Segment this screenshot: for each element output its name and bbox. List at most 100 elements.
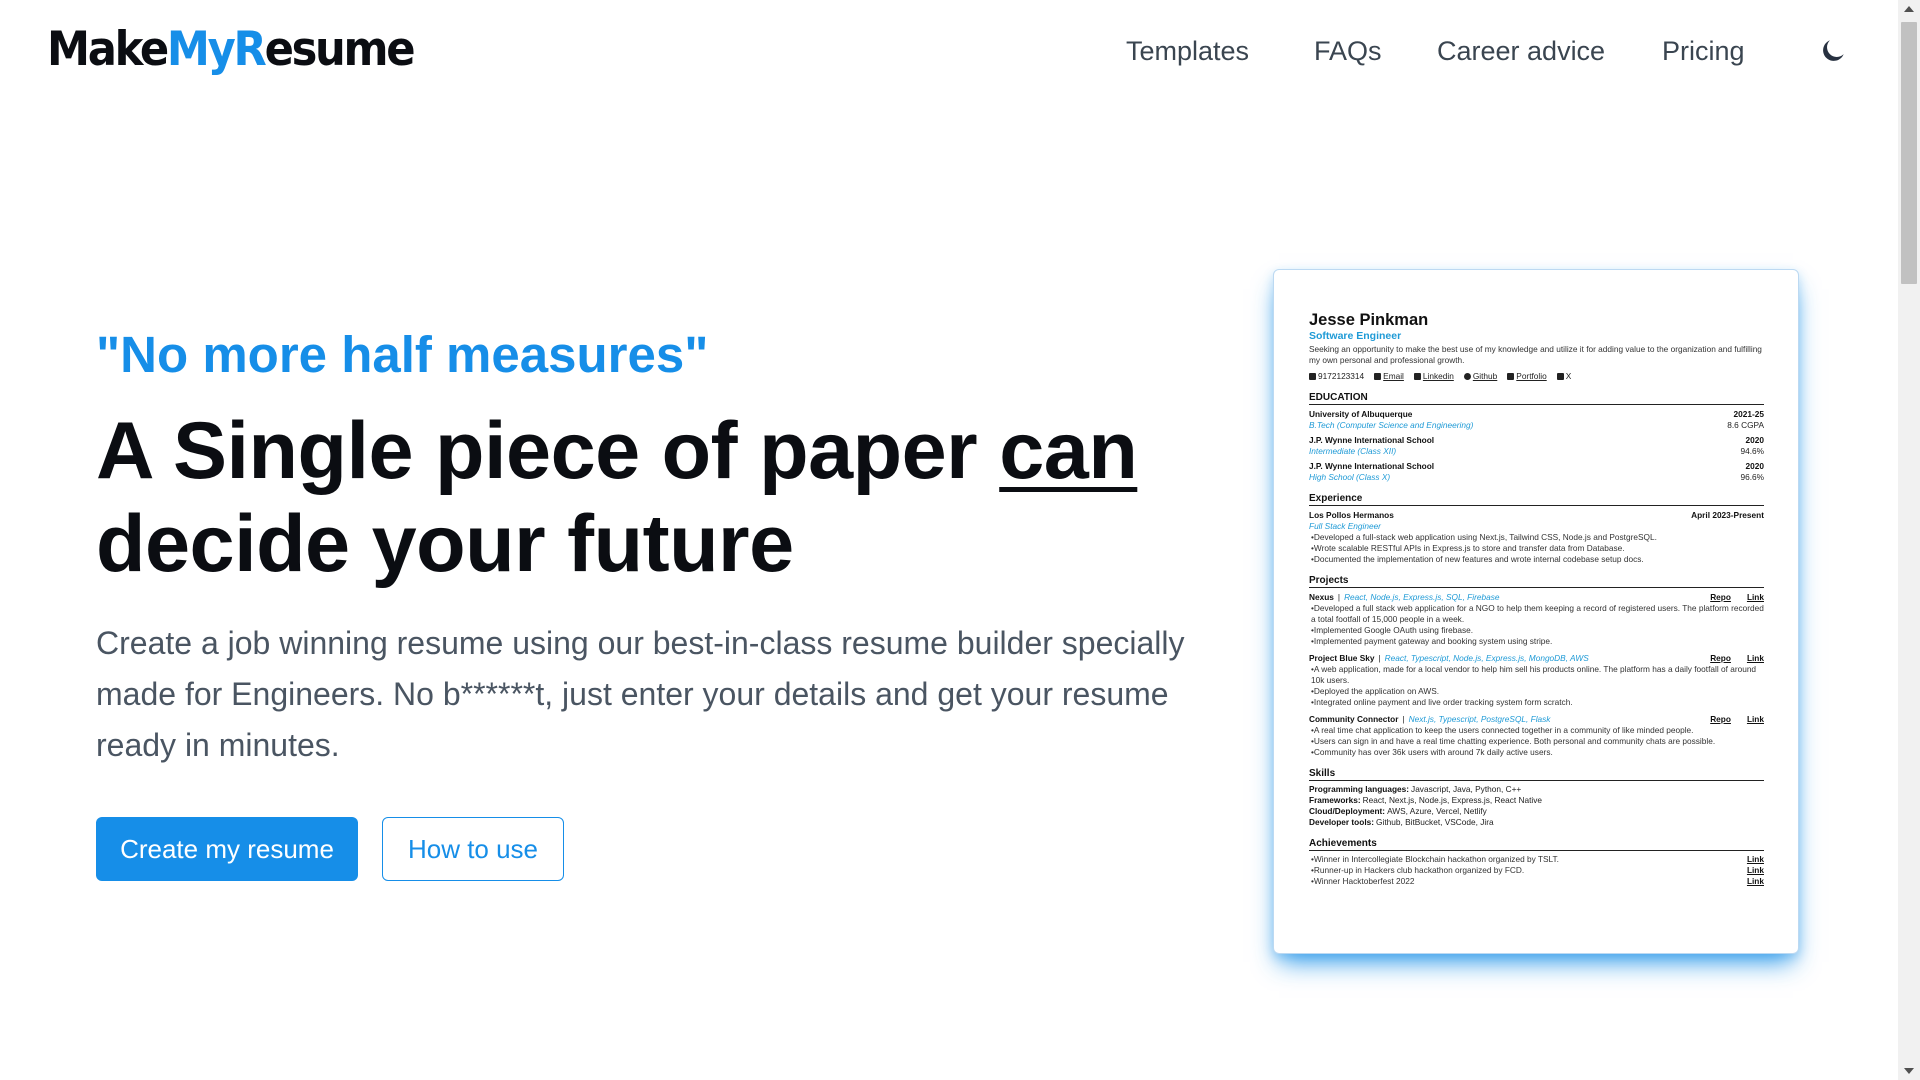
project-bullet: •Community has over 36k users with aroun… xyxy=(1311,747,1553,757)
experience-title: Full Stack Engineer xyxy=(1309,521,1381,531)
contact-email: Email xyxy=(1374,371,1404,382)
education-row: J.P. Wynne International School 2020 xyxy=(1309,435,1764,446)
education-score: 96.6% xyxy=(1740,472,1764,482)
project-header: Project Blue Sky | React, Typescript, Node… xyxy=(1309,653,1764,664)
create-resume-button[interactable]: Create my resume xyxy=(96,817,358,881)
achievement-link[interactable]: Link xyxy=(1747,876,1764,887)
project-links: Repo Link xyxy=(1710,714,1764,725)
nav-pricing[interactable]: Pricing xyxy=(1662,36,1745,67)
resume-preview-card[interactable]: Jesse Pinkman Software Engineer Seeking … xyxy=(1273,269,1799,954)
project-name: Community Connector xyxy=(1309,714,1399,724)
project-live-link[interactable]: Link xyxy=(1747,653,1764,664)
logo-esume: esume xyxy=(264,22,416,77)
headline-text-2: decide your future xyxy=(96,499,794,589)
skill-row: Developer tools: Github, BitBucket, VSCod… xyxy=(1309,817,1764,828)
project-live-link[interactable]: Link xyxy=(1747,592,1764,603)
resume-contacts: 9172123314 Email Linkedin Github Portfol… xyxy=(1309,371,1764,382)
project-title-line: Nexus | React, Node.js, Express.js, SQL, F… xyxy=(1309,592,1499,603)
contact-x-text: X xyxy=(1565,371,1572,381)
contact-github-text: Github xyxy=(1472,371,1498,381)
skill-label: Developer tools: xyxy=(1309,817,1375,827)
project-repo-link[interactable]: Repo xyxy=(1710,653,1731,664)
education-school: J.P. Wynne International School xyxy=(1309,435,1435,445)
resume-role: Software Engineer xyxy=(1309,330,1402,342)
project-stack: React, Typescript, Node.js, Express.js, … xyxy=(1384,653,1589,663)
skill-row: Frameworks: React, Next.js, Node.js, Expr… xyxy=(1309,795,1764,806)
theme-toggle-button[interactable] xyxy=(1818,36,1852,70)
project-links: Repo Link xyxy=(1710,592,1764,603)
achievements-list: •Winner in Intercollegiate Blockchain ha… xyxy=(1309,854,1764,887)
project-bullet: •A web application, made for a local ven… xyxy=(1311,664,1757,685)
education-score: 94.6% xyxy=(1740,446,1764,456)
experience-date: April 2023-Present xyxy=(1691,510,1764,520)
site-logo[interactable]: MakeMyResume xyxy=(47,22,416,77)
logo-r: R xyxy=(233,22,267,77)
education-degree: High School (Class X) xyxy=(1309,472,1391,482)
site-header: MakeMyResume Templates FAQs Career advic… xyxy=(0,0,1898,110)
resume-summary: Seeking an opportunity to make the best … xyxy=(1309,344,1762,365)
project-bullet: •Deployed the application on AWS. xyxy=(1311,686,1440,696)
logo-make: Make xyxy=(47,22,169,77)
contact-phone: 9172123314 xyxy=(1309,371,1364,382)
achievement-row: •Runner-up in Hackers club hackathon org… xyxy=(1309,865,1764,876)
section-education: EDUCATION xyxy=(1309,392,1764,405)
project-separator: | xyxy=(1337,592,1341,602)
skill-row: Programming languages: Javascript, Java, … xyxy=(1309,784,1764,795)
resume-name: Jesse Pinkman xyxy=(1309,311,1429,329)
achievement-link[interactable]: Link xyxy=(1747,865,1764,876)
section-projects: Projects xyxy=(1309,575,1764,588)
achievement-text: •Winner in Intercollegiate Blockchain ha… xyxy=(1311,854,1559,864)
project-bullet: •Implemented Google OAuth using firebase… xyxy=(1311,625,1474,635)
achievement-link[interactable]: Link xyxy=(1747,854,1764,865)
education-entry: University of Albuquerque 2021-25 B.Tech (… xyxy=(1309,409,1764,431)
project-title-line: Project Blue Sky | React, Typescript, Node… xyxy=(1309,653,1589,664)
nav-faqs[interactable]: FAQs xyxy=(1314,36,1382,67)
education-score: 8.6 CGPA xyxy=(1727,420,1764,430)
education-year: 2020 xyxy=(1745,461,1764,471)
hero-subtext: Create a job winning resume using our be… xyxy=(96,625,1185,763)
education-year: 2020 xyxy=(1745,435,1764,445)
education-school: University of Albuquerque xyxy=(1309,409,1413,419)
project-repo-link[interactable]: Repo xyxy=(1710,714,1731,725)
contact-portfolio-text: Portfolio xyxy=(1516,371,1547,381)
project-repo-link[interactable]: Repo xyxy=(1710,592,1731,603)
contact-phone-text: 9172123314 xyxy=(1318,371,1365,381)
project-stack: React, Node.js, Express.js, SQL, Firebas… xyxy=(1344,592,1500,602)
linkedin-icon xyxy=(1413,373,1421,380)
project-stack: Next.js, Typescript, PostgreSQL, Flask xyxy=(1408,714,1551,724)
project-header: Nexus | React, Node.js, Express.js, SQL, F… xyxy=(1309,592,1764,603)
projects-list: Nexus | React, Node.js, Express.js, SQL, F… xyxy=(1309,592,1764,758)
project-header: Community Connector | Next.js, Typescript,… xyxy=(1309,714,1764,725)
project-bullet: •A real time chat application to keep th… xyxy=(1311,725,1694,735)
scroll-up-arrow-icon[interactable] xyxy=(1898,0,1920,18)
section-achievements: Achievements xyxy=(1309,838,1764,851)
project-bullet: •Developed a full stack web application … xyxy=(1311,603,1764,624)
contact-x: X xyxy=(1556,371,1572,382)
contact-email-text: Email xyxy=(1383,371,1404,381)
project-title-line: Community Connector | Next.js, Typescript,… xyxy=(1309,714,1550,725)
project-separator: | xyxy=(1378,653,1381,663)
education-entry: J.P. Wynne International School 2020 Inter… xyxy=(1309,435,1764,457)
phone-icon xyxy=(1309,373,1316,380)
education-row: J.P. Wynne International School 2020 xyxy=(1309,461,1764,472)
moon-icon xyxy=(1823,40,1844,61)
contact-linkedin: Linkedin xyxy=(1413,371,1454,382)
achievement-text: •Runner-up in Hackers club hackathon org… xyxy=(1311,865,1525,875)
skill-label: Cloud/Deployment: xyxy=(1309,806,1386,816)
nav-career-advice[interactable]: Career advice xyxy=(1437,36,1605,67)
github-icon xyxy=(1463,373,1471,380)
education-row: High School (Class X) 96.6% xyxy=(1309,472,1764,483)
resume-document: Jesse Pinkman Software Engineer Seeking … xyxy=(1309,310,1764,887)
project-live-link[interactable]: Link xyxy=(1747,714,1764,725)
experience-bullet: •Documented the implementation of new fe… xyxy=(1311,554,1644,564)
hero-headline: A Single piece of paper can decide your … xyxy=(96,405,1216,591)
how-to-use-button[interactable]: How to use xyxy=(382,817,564,881)
experience-list: Los Pollos Hermanos April 2023-Present Ful… xyxy=(1309,510,1764,565)
skill-value: Github, BitBucket, VSCode, Jira xyxy=(1376,817,1494,827)
education-row: Intermediate (Class XII) 94.6% xyxy=(1309,446,1764,457)
project-separator: | xyxy=(1402,714,1405,724)
scroll-down-arrow-icon[interactable] xyxy=(1898,1062,1920,1080)
scrollbar-thumb[interactable] xyxy=(1901,22,1917,284)
nav-templates[interactable]: Templates xyxy=(1126,36,1249,67)
section-experience: Experience xyxy=(1309,493,1764,506)
